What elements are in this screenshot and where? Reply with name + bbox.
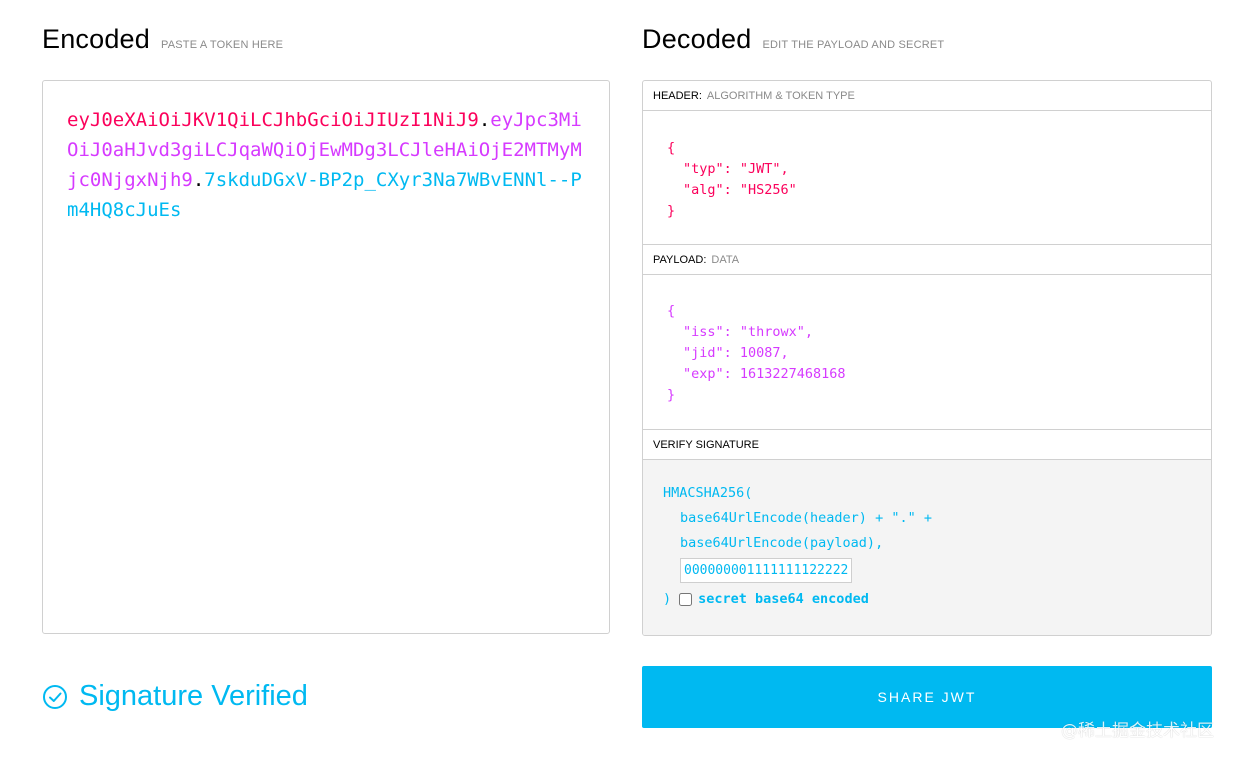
signature-section: HMACSHA256( base64UrlEncode(header) + ".… — [643, 460, 1211, 635]
hmac-function-open: HMACSHA256( — [663, 485, 753, 501]
payload-sublabel: DATA — [711, 253, 740, 266]
signature-status: Signature Verified — [42, 680, 308, 713]
decoded-heading: Decoded EDIT THE PAYLOAD AND SECRET — [642, 24, 944, 55]
json-line: "typ": "JWT", — [683, 161, 789, 177]
payload-label: PAYLOAD: — [653, 253, 707, 266]
secret-input[interactable] — [680, 558, 852, 583]
base64-label[interactable]: secret base64 encoded — [698, 587, 869, 612]
json-line: "exp": 1613227468168 — [683, 366, 846, 382]
json-line: "jid": 10087, — [683, 345, 789, 361]
json-line: { — [667, 303, 676, 319]
token-header-part: eyJ0eXAiOiJKV1QiLCJhbGciOiJIUzI1NiJ9 — [67, 109, 479, 131]
check-circle-icon — [43, 684, 67, 709]
signature-label: VERIFY SIGNATURE — [653, 438, 759, 451]
decoded-title: Decoded — [642, 24, 752, 54]
hmac-payload-arg: base64UrlEncode(payload), — [680, 535, 884, 551]
header-sublabel: ALGORITHM & TOKEN TYPE — [706, 89, 855, 102]
json-line: "iss": "throwx", — [683, 324, 814, 340]
json-line: } — [667, 387, 676, 403]
header-label: HEADER: — [653, 89, 702, 102]
decoded-subtitle: EDIT THE PAYLOAD AND SECRET — [762, 39, 945, 51]
signature-section-title: VERIFY SIGNATURE — [643, 430, 1211, 460]
status-text: Signature Verified — [79, 680, 308, 712]
token-separator: . — [192, 169, 205, 191]
base64-checkbox[interactable] — [679, 593, 693, 606]
base64-row: ) secret base64 encoded — [663, 587, 1211, 612]
watermark: @稀土掘金技术社区 — [1061, 721, 1214, 741]
header-json-editor[interactable]: { "typ": "JWT", "alg": "HS256" } — [643, 111, 1211, 245]
json-line: } — [667, 203, 676, 219]
token-separator: . — [478, 109, 491, 131]
header-section-title: HEADER: ALGORITHM & TOKEN TYPE — [643, 81, 1211, 111]
hmac-header-arg: base64UrlEncode(header) + "." + — [680, 510, 932, 526]
encoded-heading: Encoded PASTE A TOKEN HERE — [42, 24, 283, 55]
payload-section-title: PAYLOAD: DATA — [643, 245, 1211, 275]
encoded-token-editor[interactable]: eyJ0eXAiOiJKV1QiLCJhbGciOiJIUzI1NiJ9.eyJ… — [42, 80, 610, 634]
json-line: "alg": "HS256" — [683, 182, 797, 198]
decoded-panel: HEADER: ALGORITHM & TOKEN TYPE { "typ": … — [642, 80, 1212, 636]
secret-input-wrap — [663, 556, 1211, 583]
json-line: { — [667, 140, 676, 156]
encoded-title: Encoded — [42, 24, 150, 54]
payload-json-editor[interactable]: { "iss": "throwx", "jid": 10087, "exp": … — [643, 275, 1211, 430]
hmac-function-close: ) — [663, 591, 672, 607]
encoded-subtitle: PASTE A TOKEN HERE — [161, 39, 284, 51]
